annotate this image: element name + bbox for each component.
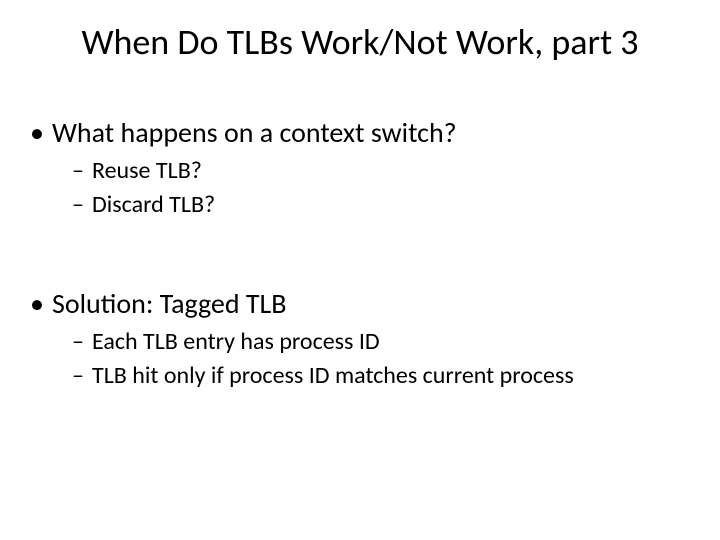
slide: When Do TLBs Work/Not Work, part 3 What … bbox=[0, 0, 720, 540]
bullet-level2: Each TLB entry has process ID bbox=[30, 327, 690, 357]
bullet-level2: Reuse TLB? bbox=[30, 156, 690, 186]
slide-title: When Do TLBs Work/Not Work, part 3 bbox=[0, 20, 720, 64]
bullet-level2: TLB hit only if process ID matches curre… bbox=[30, 361, 690, 391]
slide-body: What happens on a context switch? Reuse … bbox=[30, 115, 690, 395]
bullet-level1: What happens on a context switch? bbox=[30, 115, 690, 150]
bullet-level2: Discard TLB? bbox=[30, 190, 690, 220]
spacer bbox=[30, 224, 690, 286]
bullet-level1: Solution: Tagged TLB bbox=[30, 286, 690, 321]
